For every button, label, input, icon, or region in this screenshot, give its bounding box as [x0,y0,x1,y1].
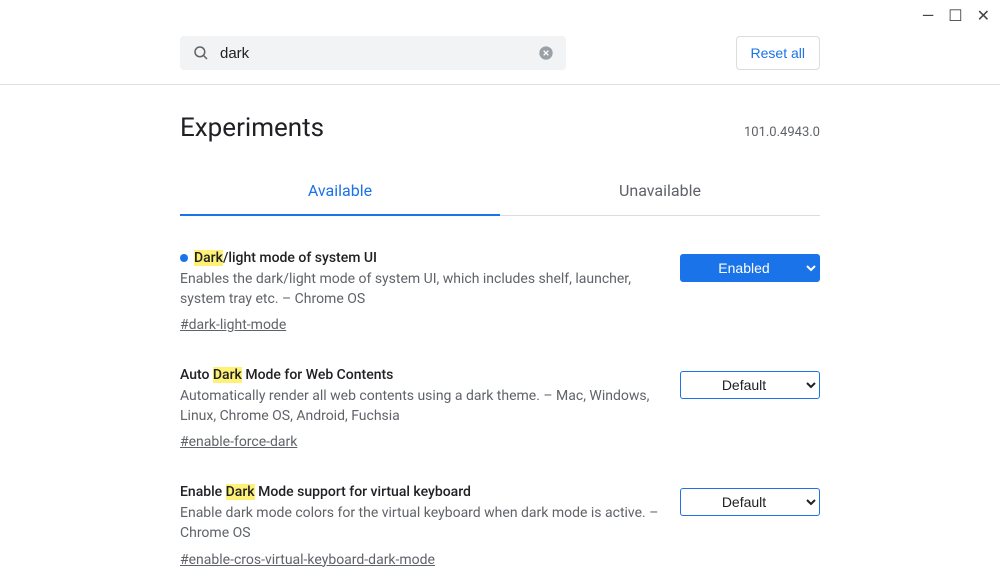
tab-unavailable[interactable]: Unavailable [500,181,820,215]
experiment-title: Enable Dark Mode support for virtual key… [180,484,660,500]
experiment-title: Dark/light mode of system UI [180,250,660,266]
tab-available[interactable]: Available [180,181,500,216]
search-highlight: Dark [194,250,223,266]
experiment-description: Enable dark mode colors for the virtual … [180,504,660,543]
search-highlight: Dark [213,367,242,383]
experiment-hash-link[interactable]: #dark-light-mode [180,317,286,333]
experiment-item: Enable Dark Mode support for virtual key… [180,484,820,567]
experiment-select[interactable]: DefaultEnabledDisabled [680,488,820,516]
minimize-icon[interactable]: — [922,6,935,25]
maximize-icon[interactable]: ☐ [948,6,962,25]
experiment-hash-link[interactable]: #enable-force-dark [180,434,297,450]
clear-search-icon[interactable] [538,45,554,61]
experiment-hash-link[interactable]: #enable-cros-virtual-keyboard-dark-mode [180,552,435,568]
page-title: Experiments [180,113,324,143]
experiment-item: Dark/light mode of system UI Enables the … [180,250,820,333]
experiment-text: Dark/light mode of system UI Enables the … [180,250,660,333]
search-icon [192,44,210,62]
experiment-select-wrap: DefaultEnabledDisabled [680,484,820,516]
experiment-text: Auto Dark Mode for Web Contents Automatic… [180,367,660,450]
experiment-select-wrap: DefaultEnabledDisabled [680,250,820,282]
top-divider [0,84,1000,85]
window-controls: — ☐ ✕ [922,6,990,25]
modified-indicator-icon [180,254,188,262]
experiment-description: Enables the dark/light mode of system UI… [180,270,660,309]
close-icon[interactable]: ✕ [977,6,990,25]
experiment-text: Enable Dark Mode support for virtual key… [180,484,660,567]
experiment-select-wrap: DefaultEnabledDisabled [680,367,820,399]
experiment-item: Auto Dark Mode for Web Contents Automatic… [180,367,820,450]
reset-all-button[interactable]: Reset all [736,36,820,70]
search-highlight: Dark [226,484,255,500]
experiment-title: Auto Dark Mode for Web Contents [180,367,660,383]
experiment-select[interactable]: DefaultEnabledDisabled [680,254,820,282]
search-input[interactable] [220,45,538,62]
search-box[interactable] [180,36,566,70]
experiments-list: Dark/light mode of system UI Enables the … [180,250,820,568]
tabs: Available Unavailable [180,181,820,216]
experiment-description: Automatically render all web contents us… [180,387,660,426]
version-label: 101.0.4943.0 [744,125,820,140]
experiment-select[interactable]: DefaultEnabledDisabled [680,371,820,399]
